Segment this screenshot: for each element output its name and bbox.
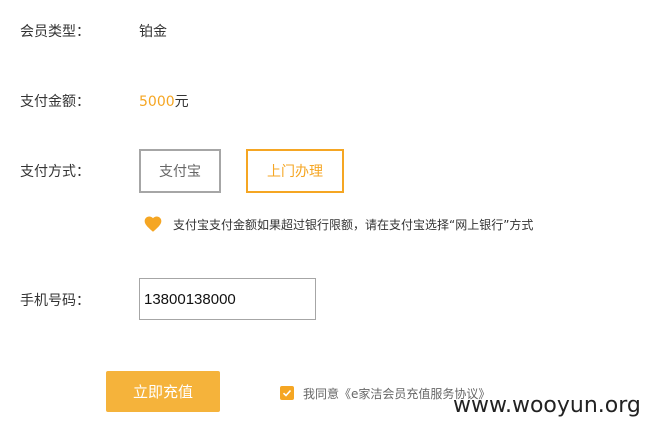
amount-label: 支付金额： bbox=[20, 94, 90, 110]
alipay-option-button[interactable]: 支付宝 bbox=[139, 149, 221, 193]
watermark: www.wooyun.org bbox=[453, 393, 641, 418]
amount-value: 5000 bbox=[139, 94, 175, 110]
checkbox-checked-icon[interactable] bbox=[280, 386, 294, 400]
recharge-button[interactable]: 立即充值 bbox=[106, 371, 220, 412]
member-type-value: 铂金 bbox=[139, 24, 167, 40]
amount-unit: 元 bbox=[174, 94, 189, 110]
phone-input[interactable] bbox=[139, 278, 316, 320]
payment-limit-tip: 支付宝支付金额如果超过银行限额，请在支付宝选择“网上银行”方式 bbox=[173, 218, 534, 232]
offline-option-button[interactable]: 上门办理 bbox=[246, 149, 344, 193]
member-type-label: 会员类型： bbox=[20, 24, 90, 40]
amount-display: 5000元 bbox=[139, 91, 189, 111]
phone-label: 手机号码： bbox=[20, 293, 90, 309]
pay-method-label: 支付方式： bbox=[20, 164, 90, 180]
heart-icon bbox=[143, 214, 163, 234]
